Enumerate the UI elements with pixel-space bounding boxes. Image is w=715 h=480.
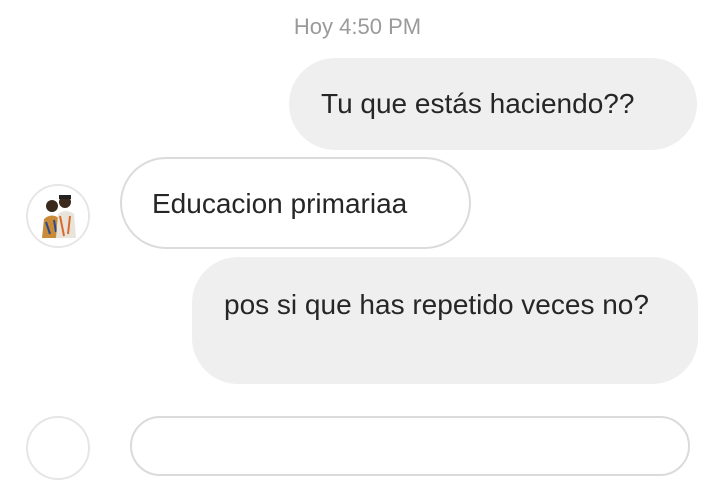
outgoing-message-bubble[interactable]: pos si que has repetido veces no? xyxy=(192,257,698,384)
message-text: Educacion primariaa xyxy=(152,188,408,219)
contact-avatar[interactable] xyxy=(26,184,90,248)
next-contact-avatar xyxy=(26,416,90,480)
outgoing-message-bubble[interactable]: Tu que estás haciendo?? xyxy=(289,58,697,150)
avatar-image xyxy=(28,186,88,246)
incoming-message-bubble[interactable]: Educacion primariaa xyxy=(120,157,471,249)
message-text: Tu que estás haciendo?? xyxy=(321,88,635,119)
next-incoming-message-bubble xyxy=(130,416,690,476)
message-timestamp: Hoy 4:50 PM xyxy=(293,14,422,39)
message-text: pos si que has repetido veces no? xyxy=(224,289,649,320)
